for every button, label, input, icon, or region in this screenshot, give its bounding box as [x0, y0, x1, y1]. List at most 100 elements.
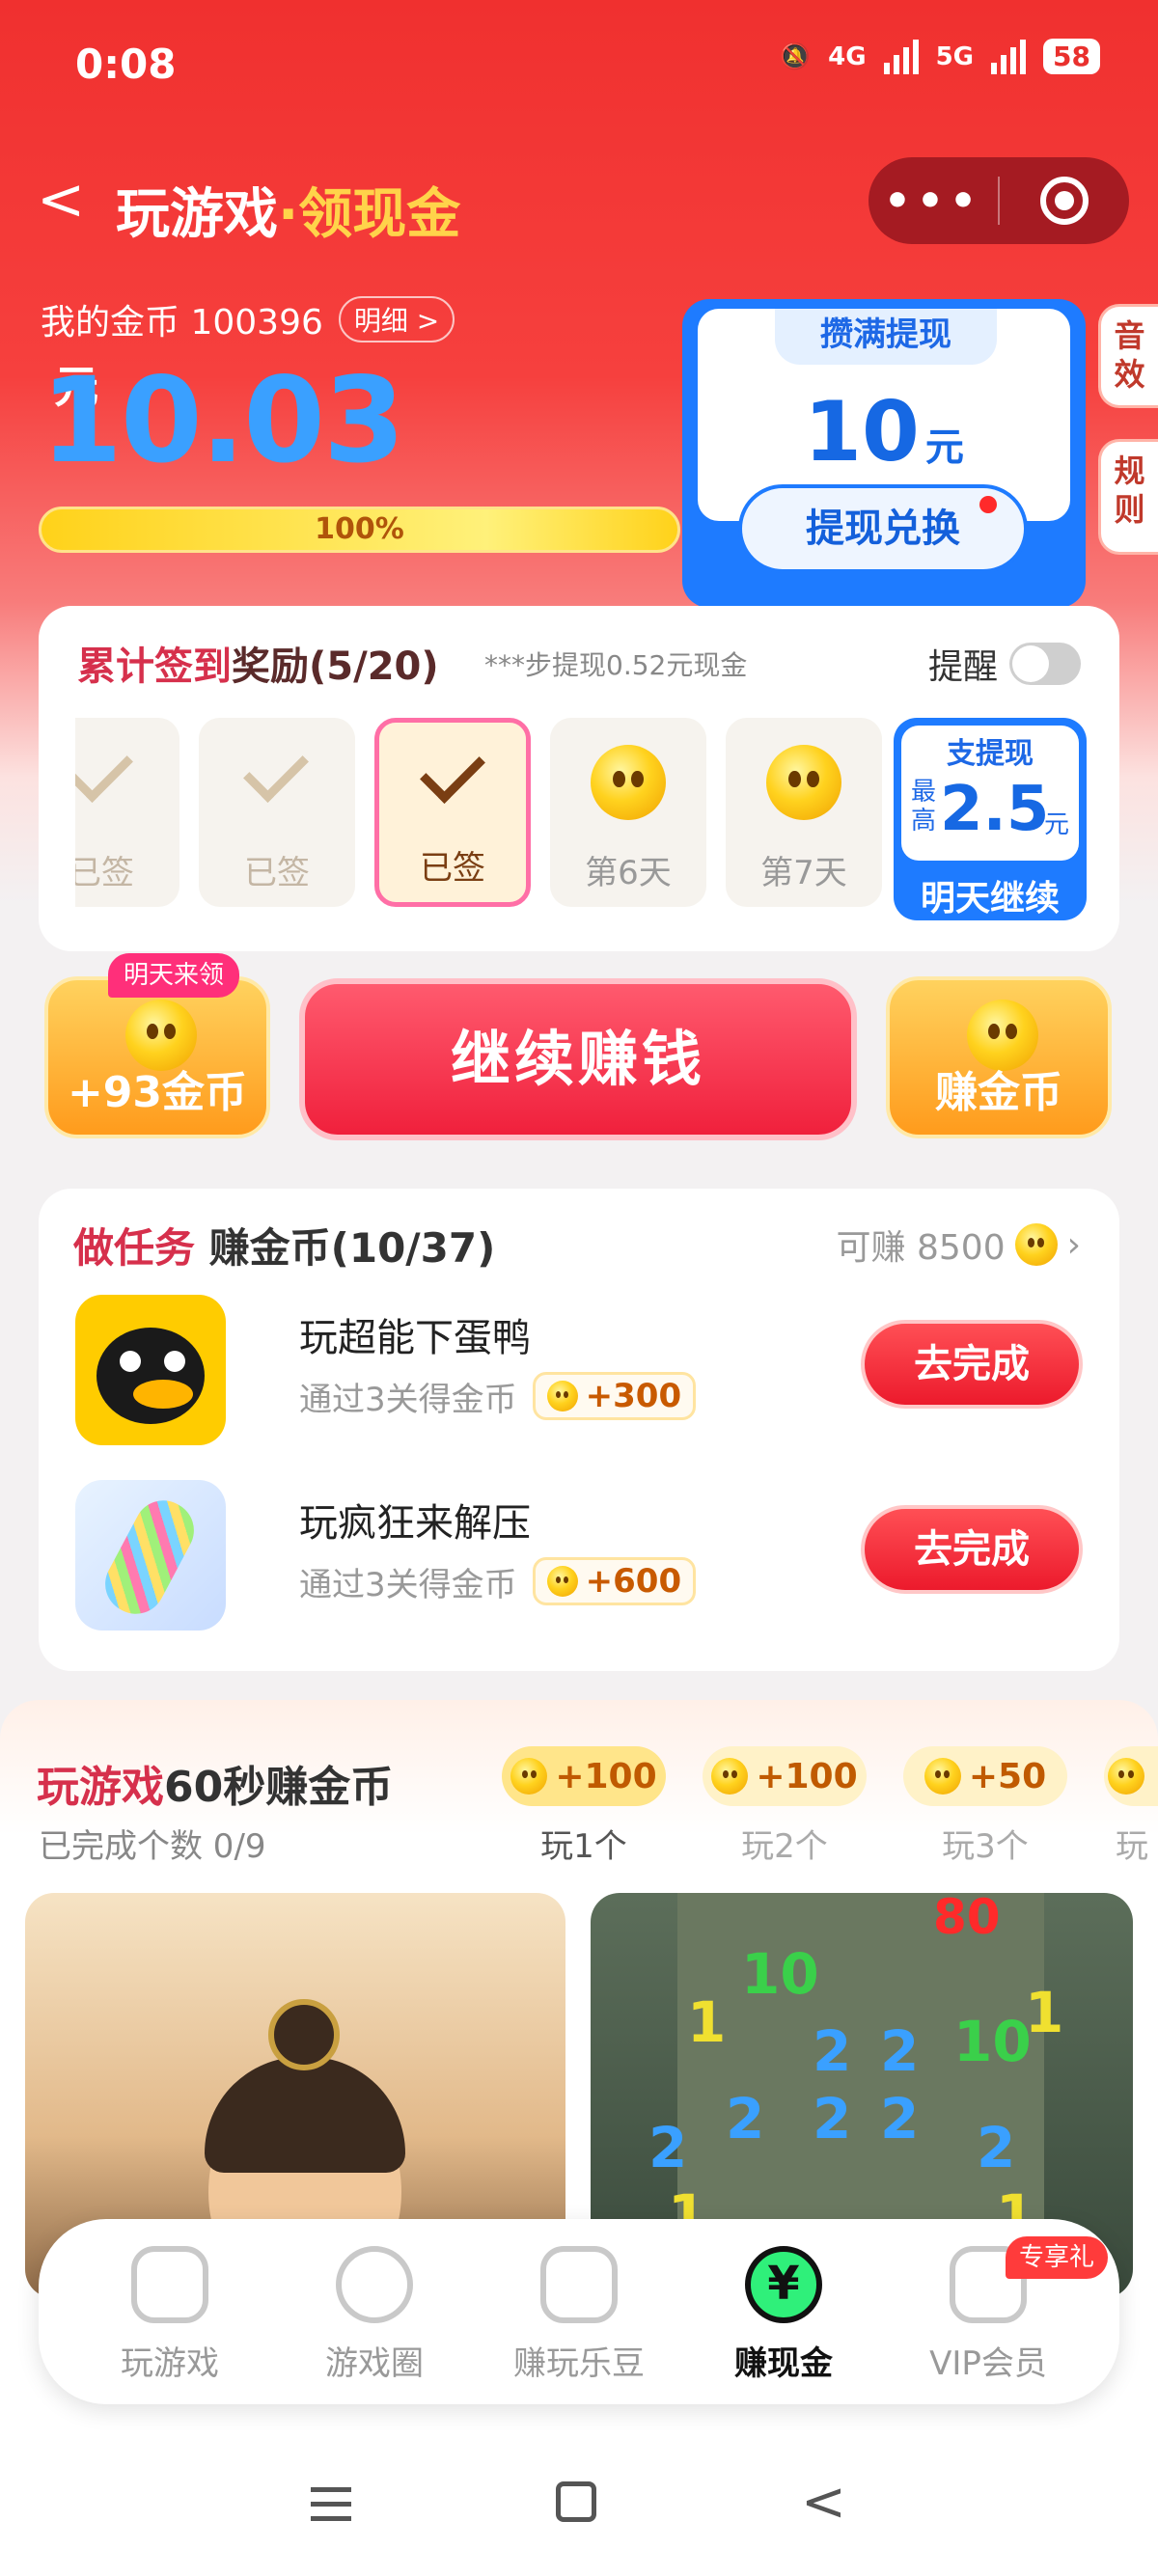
coin-icon: [1108, 1758, 1144, 1795]
back-nav-icon[interactable]: <: [801, 2476, 846, 2530]
mute-icon: 🔕: [779, 41, 812, 71]
bottom-tabbar: 玩游戏 游戏圈 赚玩乐豆 ¥ 赚现金 VIP会员: [39, 2219, 1119, 2404]
task-row: 玩超能下蛋鸭 通过3关得金币 +300 去完成: [75, 1295, 1083, 1449]
reward-pill: +600: [532, 1557, 697, 1605]
network-4g: 4G: [828, 41, 867, 71]
coin-icon: [546, 1566, 578, 1597]
remind-toggle[interactable]: [1009, 643, 1081, 685]
title-dot: ·: [278, 183, 299, 246]
tomorrow-footer: 明天继续: [920, 879, 1060, 918]
withdraw-value: 10 元: [804, 384, 964, 480]
tab-earn-beans[interactable]: 赚玩乐豆: [482, 2246, 676, 2384]
signal-icon: [883, 39, 919, 74]
signin-day: 第6天: [550, 718, 706, 907]
task-title: 做任务 赚金币(10/37): [73, 1224, 496, 1272]
withdraw-tag: 攒满提现: [775, 309, 997, 365]
signin-day: 第7天: [726, 718, 882, 907]
daily-coin-box[interactable]: +93金币: [44, 976, 270, 1138]
game-step: 玩: [1104, 1746, 1158, 1867]
game-section-title: 玩游戏60秒赚金币: [37, 1763, 394, 1812]
continue-earning-button[interactable]: 继续赚钱: [299, 978, 857, 1140]
signin-day: 已签: [75, 718, 179, 907]
coin-label: 我的金币 100396: [41, 303, 323, 343]
complete-task-button[interactable]: 去完成: [861, 1505, 1083, 1594]
check-icon: [243, 737, 309, 803]
circle-icon: [336, 2246, 413, 2323]
corn-game-icon[interactable]: [75, 1480, 226, 1631]
amount-value: 10.03: [41, 352, 405, 489]
signin-card: 累计签到奖励(5/20) ***步提现0.52元现金 提醒 已签 已签 已签 第…: [39, 606, 1119, 951]
vip-badge: 专享礼: [1006, 2236, 1109, 2279]
detail-link[interactable]: 明细 >: [338, 296, 455, 343]
withdraw-card: 攒满提现 10 元 提现兑换: [682, 299, 1086, 608]
tab-game-circle[interactable]: 游戏圈: [278, 2246, 471, 2384]
status-icons: 🔕 4G 5G 58: [780, 39, 1100, 74]
coin-icon: [766, 745, 841, 820]
check-icon: [75, 737, 133, 803]
earn-coins-box[interactable]: 赚金币: [886, 976, 1112, 1138]
complete-task-button[interactable]: 去完成: [861, 1320, 1083, 1409]
tab-play-games[interactable]: 玩游戏: [73, 2246, 266, 2384]
tomorrow-reward[interactable]: 支提现 最高 2.5 元 明天继续: [894, 718, 1087, 920]
tomorrow-unit: 元: [1044, 810, 1070, 839]
check-icon: [420, 738, 485, 804]
signin-title: 累计签到奖励(5/20): [77, 644, 439, 689]
menu-icon[interactable]: [311, 2487, 351, 2531]
coin-balance: 我的金币 100396 明细 >: [41, 294, 455, 344]
tomorrow-reward-inner: 支提现 最高 2.5 元: [901, 726, 1079, 861]
battery-icon: 58: [1043, 39, 1100, 74]
task-name: 玩疯狂来解压: [299, 1501, 531, 1546]
more-icon[interactable]: •••: [868, 177, 998, 226]
daily-coin-label: +93金币: [67, 1068, 248, 1117]
home-icon[interactable]: [556, 2481, 596, 2522]
withdraw-button[interactable]: 提现兑换: [738, 484, 1028, 573]
tomorrow-value: 2.5: [940, 774, 1050, 845]
coin-icon: [711, 1758, 749, 1795]
tab-earn-cash[interactable]: ¥ 赚现金: [687, 2246, 880, 2384]
title-main: 玩游戏: [116, 183, 278, 246]
game-step: +100 玩2个: [703, 1746, 867, 1867]
task-earn-link[interactable]: 可赚 8500 ›: [837, 1219, 1081, 1270]
duck-game-icon[interactable]: [75, 1295, 226, 1445]
back-icon[interactable]: <: [37, 171, 85, 229]
max-label: 最高: [910, 778, 936, 836]
signin-days: 已签 已签 已签 第6天 第7天: [75, 718, 905, 911]
game-step: +100 玩1个: [502, 1746, 666, 1867]
coin-icon: [510, 1758, 548, 1795]
rules-tab[interactable]: 规则: [1098, 439, 1158, 555]
coin-icon: [591, 745, 666, 820]
close-miniapp-icon[interactable]: [1000, 177, 1129, 225]
reward-pill: +300: [532, 1372, 697, 1420]
status-bar: 0:08 🔕 4G 5G 58: [0, 0, 1158, 125]
coin-icon: [924, 1758, 961, 1795]
chevron-right-icon: ›: [1066, 1224, 1081, 1265]
alipay-withdraw-label: 支提现: [947, 737, 1034, 771]
task-row: 玩疯狂来解压 通过3关得金币 +600 去完成: [75, 1480, 1083, 1634]
system-nav-bar: <: [0, 2437, 1158, 2576]
status-time: 0:08: [75, 41, 177, 88]
page-title: 玩游戏·领现金: [116, 171, 460, 249]
gamepad-icon: [131, 2246, 208, 2323]
yuan-icon: ¥: [745, 2246, 822, 2323]
sound-effect-tab[interactable]: 音效: [1098, 304, 1158, 408]
task-card: 做任务 赚金币(10/37) 可赚 8500 › 玩超能下蛋鸭 通过3关得金币 +…: [39, 1189, 1119, 1671]
coin-icon: [546, 1381, 578, 1411]
game-step: +50 玩3个: [903, 1746, 1067, 1867]
coin-icon: [1014, 1223, 1058, 1266]
progress-bar: 100%: [39, 507, 680, 553]
network-5g: 5G: [935, 41, 975, 71]
signin-day-today: 已签: [374, 718, 531, 907]
task-name: 玩超能下蛋鸭: [299, 1316, 531, 1360]
nav-bar: < 玩游戏·领现金 •••: [0, 150, 1158, 256]
signin-day: 已签: [199, 718, 355, 907]
notification-dot: [979, 496, 997, 513]
task-desc: 通过3关得金币 +600: [299, 1557, 697, 1605]
remind-label: 提醒: [927, 647, 998, 687]
earn-coins-label: 赚金币: [935, 1068, 1062, 1117]
tomorrow-badge: 明天来领: [108, 953, 240, 998]
completed-count: 已完成个数 0/9: [39, 1827, 266, 1866]
mini-program-capsule: •••: [868, 157, 1129, 244]
cash-amount: 10.03 元: [41, 352, 405, 489]
bean-icon: [540, 2246, 618, 2323]
remind-setting: 提醒: [928, 639, 1081, 689]
